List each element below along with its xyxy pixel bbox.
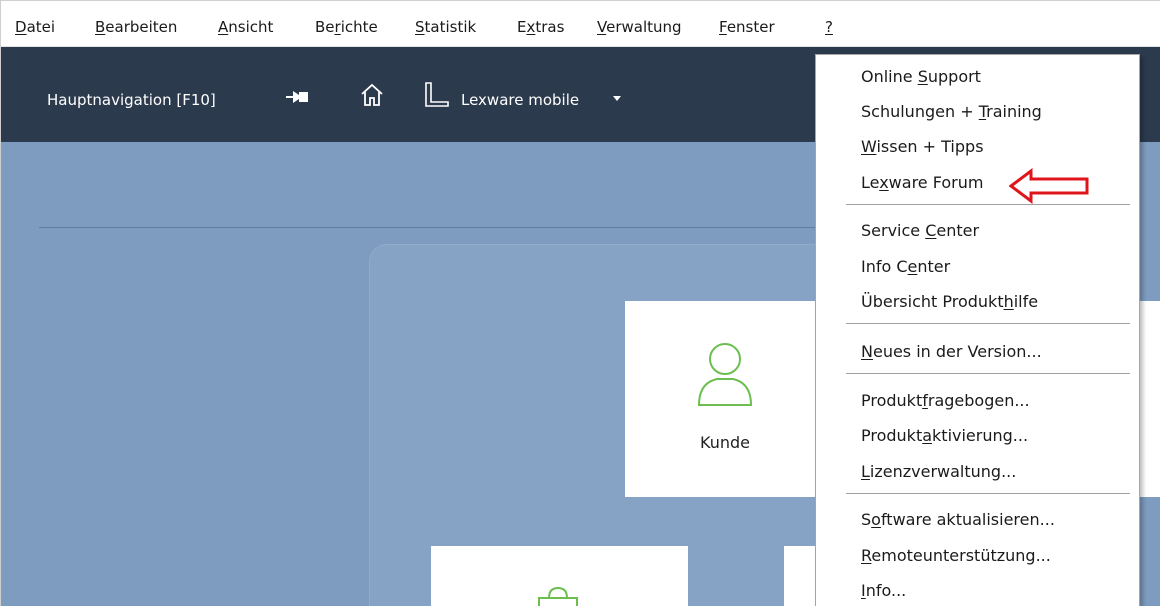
- bag-icon: [538, 586, 578, 606]
- annotation-arrow-icon: [1009, 168, 1089, 204]
- menu-berichte[interactable]: Berichte: [315, 15, 378, 39]
- help-menu-dropdown: Online Support Schulungen + Training Wis…: [815, 54, 1140, 606]
- menu-item-online-support[interactable]: Online Support: [861, 64, 981, 90]
- menu-datei[interactable]: Datei: [15, 15, 55, 39]
- lexware-mobile-button[interactable]: Lexware mobile: [461, 91, 579, 109]
- menu-fenster[interactable]: Fenster: [719, 15, 775, 39]
- tile-right-partial[interactable]: [1140, 301, 1160, 497]
- menu-separator: [846, 493, 1130, 494]
- tile-label: Kunde: [700, 433, 750, 452]
- tile-bottom-left[interactable]: [431, 546, 688, 606]
- lexware-logo-icon: [425, 82, 449, 107]
- person-icon: [697, 343, 753, 406]
- menu-item-wissen-tipps[interactable]: Wissen + Tipps: [861, 134, 984, 160]
- menu-item-remoteunterstuetzung[interactable]: Remoteunterstützung...: [861, 543, 1051, 569]
- tile-kunde[interactable]: Kunde: [625, 301, 825, 497]
- home-icon[interactable]: [359, 82, 385, 108]
- divider-line: [39, 227, 829, 228]
- menu-item-service-center[interactable]: Service Center: [861, 218, 979, 244]
- menu-item-schulungen-training[interactable]: Schulungen + Training: [861, 99, 1042, 125]
- menu-separator: [846, 204, 1130, 205]
- application-window: Datei Bearbeiten Ansicht Berichte Statis…: [0, 0, 1160, 606]
- caret-down-icon[interactable]: [612, 95, 622, 103]
- menu-extras[interactable]: Extras: [517, 15, 564, 39]
- menu-help[interactable]: ?: [825, 15, 833, 39]
- main-navigation-button[interactable]: Hauptnavigation [F10]: [47, 91, 216, 109]
- menu-bearbeiten[interactable]: Bearbeiten: [95, 15, 177, 39]
- menu-item-info-center[interactable]: Info Center: [861, 254, 950, 280]
- menu-item-lexware-forum[interactable]: Lexware Forum: [861, 170, 983, 196]
- menu-item-uebersicht-produkthilfe[interactable]: Übersicht Produkthilfe: [861, 289, 1038, 315]
- menu-item-lizenzverwaltung[interactable]: Lizenzverwaltung...: [861, 459, 1016, 485]
- pin-icon[interactable]: [285, 89, 311, 105]
- menu-statistik[interactable]: Statistik: [415, 15, 476, 39]
- menu-item-neues-in-der-version[interactable]: Neues in der Version...: [861, 339, 1042, 365]
- menu-separator: [846, 323, 1130, 324]
- menu-ansicht[interactable]: Ansicht: [218, 15, 273, 39]
- menu-bar: Datei Bearbeiten Ansicht Berichte Statis…: [1, 1, 1160, 47]
- menu-item-info[interactable]: Info...: [861, 578, 906, 604]
- menu-item-produktaktivierung[interactable]: Produktaktivierung...: [861, 423, 1028, 449]
- menu-separator: [846, 373, 1130, 374]
- menu-verwaltung[interactable]: Verwaltung: [597, 15, 682, 39]
- menu-item-produktfragebogen[interactable]: Produktfragebogen...: [861, 388, 1030, 414]
- menu-item-software-aktualisieren[interactable]: Software aktualisieren...: [861, 507, 1055, 533]
